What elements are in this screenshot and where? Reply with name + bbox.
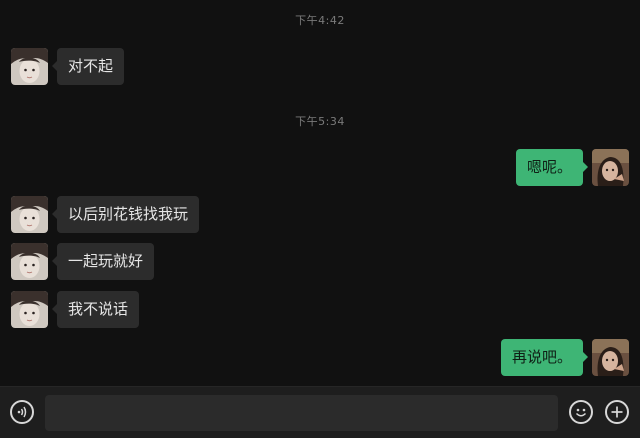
chat-area[interactable]: 下午4:42 对不起 下午5:34 嗯呢。 以后别花钱找我玩 一起玩就好 我不说… — [0, 0, 640, 386]
incoming-message-bubble[interactable]: 对不起 — [51, 48, 125, 85]
incoming-message-bubble[interactable]: 我不说话 — [51, 291, 140, 328]
plus-icon[interactable] — [605, 400, 629, 424]
emoji-icon[interactable] — [569, 400, 593, 424]
input-bar — [0, 386, 640, 438]
outgoing-message-bubble[interactable]: 再说吧。 — [500, 339, 589, 376]
contact-avatar[interactable] — [11, 48, 48, 85]
contact-avatar[interactable] — [11, 291, 48, 328]
outgoing-message-bubble[interactable]: 嗯呢。 — [515, 149, 589, 186]
timestamp: 下午4:42 — [295, 14, 345, 27]
self-avatar[interactable] — [592, 339, 629, 376]
timestamp: 下午5:34 — [295, 115, 345, 128]
message-input[interactable] — [45, 395, 558, 431]
contact-avatar[interactable] — [11, 196, 48, 233]
voice-icon[interactable] — [10, 400, 34, 424]
contact-avatar[interactable] — [11, 243, 48, 280]
incoming-message-bubble[interactable]: 以后别花钱找我玩 — [51, 196, 200, 233]
self-avatar[interactable] — [592, 149, 629, 186]
incoming-message-bubble[interactable]: 一起玩就好 — [51, 243, 155, 280]
